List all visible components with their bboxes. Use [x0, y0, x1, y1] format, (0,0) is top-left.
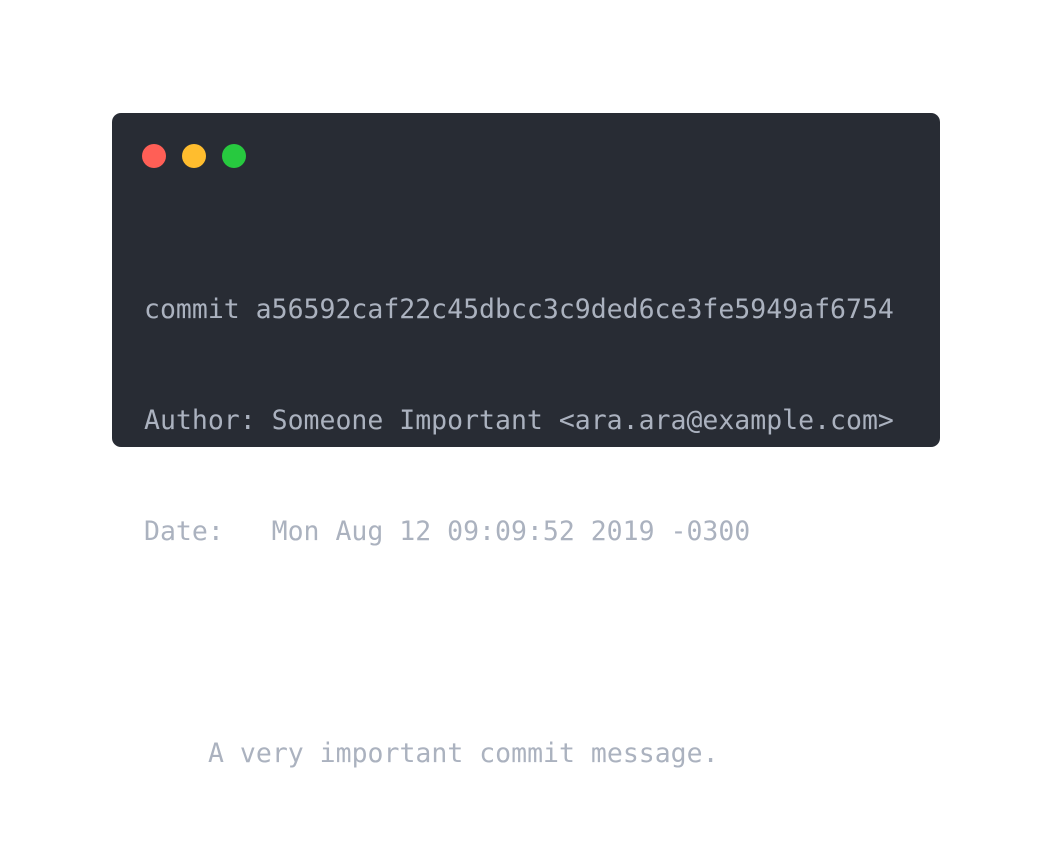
date-line: Date: Mon Aug 12 09:09:52 2019 -0300: [144, 516, 751, 547]
commit-message: A very important commit message.: [208, 738, 719, 769]
commit-hash-line: commit a56592caf22c45dbcc3c9ded6ce3fe594…: [144, 294, 894, 325]
window-controls: [142, 144, 246, 168]
close-button[interactable]: [142, 144, 166, 168]
author-line: Author: Someone Important <ara.ara@examp…: [144, 405, 894, 436]
terminal-window: commit a56592caf22c45dbcc3c9ded6ce3fe594…: [112, 113, 940, 769]
maximize-button[interactable]: [222, 144, 246, 168]
commit-log: commit a56592caf22c45dbcc3c9ded6ce3fe594…: [144, 217, 894, 846]
minimize-button[interactable]: [182, 144, 206, 168]
